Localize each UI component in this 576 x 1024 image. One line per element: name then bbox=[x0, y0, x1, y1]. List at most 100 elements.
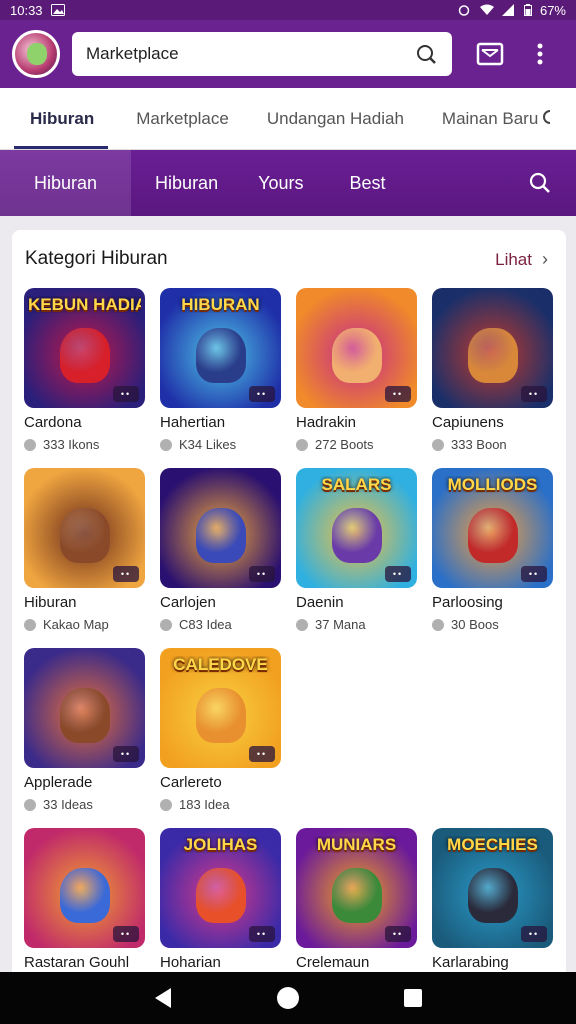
rating-dot-icon bbox=[24, 438, 36, 451]
app-tile[interactable]: •• Rastaran Gouhl bbox=[24, 828, 145, 971]
app-tile[interactable]: SALARS •• Daenin 37 Mana bbox=[296, 468, 417, 632]
app-meta: 37 Mana bbox=[296, 617, 417, 632]
app-tile[interactable]: MUNIARS •• Crelemaun bbox=[296, 828, 417, 971]
tab-undangan[interactable]: Undangan Hadiah bbox=[267, 88, 404, 149]
app-name: Applerade bbox=[24, 774, 93, 791]
app-thumbnail[interactable]: •• bbox=[160, 468, 281, 588]
subnav-item-best[interactable]: Best bbox=[349, 150, 385, 216]
app-tile[interactable]: •• Capiunens 333 Boon bbox=[432, 288, 553, 452]
app-thumbnail[interactable]: KEBUN HADIAH •• bbox=[24, 288, 145, 408]
app-meta: C83 Idea bbox=[160, 617, 281, 632]
app-meta: 33 Ideas bbox=[24, 797, 145, 812]
app-name: Hadrakin bbox=[296, 414, 357, 431]
app-meta-text: 272 Boots bbox=[315, 437, 374, 452]
sub-nav: Hiburan Hiburan Yours Best bbox=[0, 150, 576, 216]
thumbnail-title: MOLLIODS bbox=[447, 476, 538, 493]
tab-hiburan[interactable]: Hiburan bbox=[13, 88, 109, 149]
app-tile[interactable]: •• Carlojen C83 Idea bbox=[160, 468, 281, 632]
app-tile[interactable]: HIBURAN •• Hahertian K34 Likes bbox=[160, 288, 281, 452]
gamepad-icon: •• bbox=[249, 746, 275, 762]
app-thumbnail[interactable]: CALEDOVE •• bbox=[160, 648, 281, 768]
gamepad-icon: •• bbox=[385, 926, 411, 942]
gamepad-icon: •• bbox=[113, 386, 139, 402]
search-icon[interactable] bbox=[414, 42, 438, 66]
inbox-icon[interactable] bbox=[474, 38, 506, 70]
user-avatar[interactable] bbox=[12, 30, 60, 78]
character-illustration bbox=[468, 868, 518, 923]
app-tile[interactable]: MOLLIODS •• Parloosing 30 Boos bbox=[432, 468, 553, 632]
thumbnail-title: MUNIARS bbox=[316, 836, 397, 853]
character-illustration bbox=[60, 688, 110, 743]
app-meta: Kakao Map bbox=[24, 617, 145, 632]
character-illustration bbox=[332, 868, 382, 923]
character-illustration bbox=[196, 508, 246, 563]
gamepad-icon: •• bbox=[385, 386, 411, 402]
subnav-search-icon[interactable] bbox=[528, 171, 552, 195]
app-thumbnail[interactable]: •• bbox=[24, 468, 145, 588]
app-meta-text: 33 Ideas bbox=[43, 797, 93, 812]
character-illustration bbox=[196, 688, 246, 743]
tab-mainan[interactable]: Mainan Baru bbox=[442, 88, 538, 149]
app-thumbnail[interactable]: •• bbox=[24, 648, 145, 768]
app-thumbnail[interactable]: HIBURAN •• bbox=[160, 288, 281, 408]
app-name: Hoharian bbox=[160, 954, 221, 971]
character-illustration bbox=[332, 328, 382, 383]
gamepad-icon: •• bbox=[113, 566, 139, 582]
wifi-icon bbox=[479, 4, 494, 16]
subnav-item-yours[interactable]: Yours bbox=[258, 150, 303, 216]
app-tile[interactable]: JOLIHAS •• Hoharian bbox=[160, 828, 281, 971]
app-meta-text: Kakao Map bbox=[43, 617, 109, 632]
search-input[interactable]: Marketplace bbox=[72, 32, 452, 76]
app-thumbnail[interactable]: •• bbox=[432, 288, 553, 408]
app-tile[interactable]: CALEDOVE •• Carlereto 183 Idea bbox=[160, 648, 281, 812]
app-tile[interactable]: KEBUN HADIAH •• Cardona 333 Ikons bbox=[24, 288, 145, 452]
character-illustration bbox=[196, 328, 246, 383]
status-time: 10:33 bbox=[10, 2, 43, 18]
gamepad-icon: •• bbox=[113, 746, 139, 762]
app-tile[interactable]: •• Applerade 33 Ideas bbox=[24, 648, 145, 812]
app-tile[interactable]: •• Hadrakin 272 Boots bbox=[296, 288, 417, 452]
subnav-item-hiburan[interactable]: Hiburan bbox=[0, 150, 132, 216]
app-name: Carlojen bbox=[160, 594, 216, 611]
top-tabs: Hiburan Marketplace Undangan Hadiah Main… bbox=[0, 88, 576, 150]
subnav-item-hiburan-2[interactable]: Hiburan bbox=[155, 150, 218, 216]
character-illustration bbox=[332, 508, 382, 563]
app-thumbnail[interactable]: •• bbox=[296, 288, 417, 408]
recents-icon[interactable] bbox=[399, 984, 427, 1012]
battery-icon bbox=[523, 4, 532, 16]
app-thumbnail[interactable]: SALARS •• bbox=[296, 468, 417, 588]
app-meta: 333 Ikons bbox=[24, 437, 145, 452]
thumbnail-title: JOLIHAS bbox=[183, 836, 258, 853]
back-icon[interactable] bbox=[149, 984, 177, 1012]
app-meta-text: 183 Idea bbox=[179, 797, 230, 812]
rating-dot-icon bbox=[432, 618, 444, 631]
app-tile[interactable]: •• Hiburan Kakao Map bbox=[24, 468, 145, 632]
app-thumbnail[interactable]: JOLIHAS •• bbox=[160, 828, 281, 948]
app-thumbnail[interactable]: MOLLIODS •• bbox=[432, 468, 553, 588]
app-meta: 333 Boon bbox=[432, 437, 553, 452]
thumbnail-title: CALEDOVE bbox=[173, 656, 268, 673]
thumbnail-title: HIBURAN bbox=[181, 296, 260, 313]
rating-dot-icon bbox=[160, 798, 172, 811]
rating-dot-icon bbox=[160, 618, 172, 631]
app-meta-text: 30 Boos bbox=[451, 617, 499, 632]
app-thumbnail[interactable]: MOECHIES •• bbox=[432, 828, 553, 948]
app-thumbnail[interactable]: •• bbox=[24, 828, 145, 948]
app-meta: K34 Likes bbox=[160, 437, 281, 452]
tab-marketplace[interactable]: Marketplace bbox=[136, 88, 229, 149]
more-vert-icon[interactable] bbox=[524, 38, 556, 70]
character-illustration bbox=[60, 508, 110, 563]
tabs-scroll-icon[interactable] bbox=[540, 108, 554, 131]
app-name: Hahertian bbox=[160, 414, 226, 431]
see-all-link[interactable]: Lihat › bbox=[495, 249, 548, 270]
gamepad-icon: •• bbox=[113, 926, 139, 942]
category-card: Kategori Hiburan Lihat › KEBUN HADIAH••C… bbox=[12, 230, 566, 990]
app-thumbnail[interactable]: MUNIARS •• bbox=[296, 828, 417, 948]
home-icon[interactable] bbox=[274, 984, 302, 1012]
rating-dot-icon bbox=[24, 618, 36, 631]
app-meta-text: K34 Likes bbox=[179, 437, 237, 452]
app-tile[interactable]: MOECHIES •• Karlarabing bbox=[432, 828, 553, 971]
app-meta: 30 Boos bbox=[432, 617, 553, 632]
gamepad-icon: •• bbox=[249, 386, 275, 402]
rating-dot-icon bbox=[24, 798, 36, 811]
